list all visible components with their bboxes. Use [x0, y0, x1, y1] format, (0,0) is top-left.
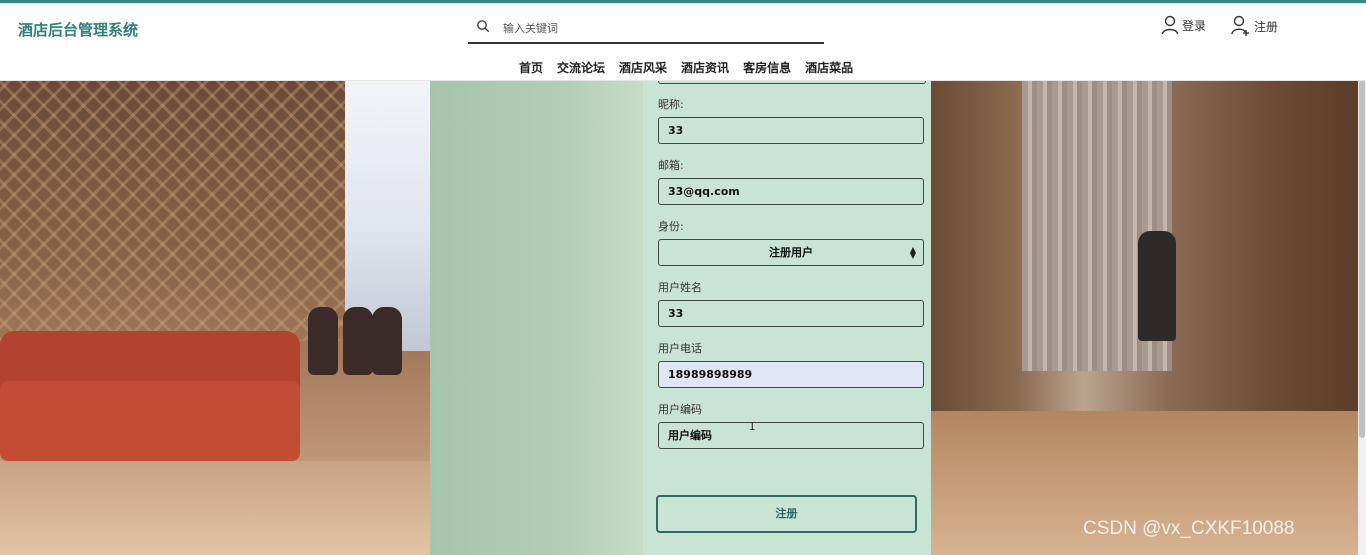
nav-item-rooms[interactable]: 客房信息 [743, 59, 791, 76]
main-nav: 首页 交流论坛 酒店风采 酒店资讯 客房信息 酒店菜品 [519, 59, 853, 76]
user-icon [1161, 15, 1179, 35]
code-label: 用户编码 [658, 403, 702, 416]
name-label: 用户姓名 [658, 281, 702, 294]
nav-item-dishes[interactable]: 酒店菜品 [805, 59, 853, 76]
watermark-text: CSDN @vx_CXKF10088 [1083, 518, 1295, 539]
statue-image [1138, 231, 1176, 341]
select-arrows-icon: ▲ ▼ [909, 245, 916, 260]
search-bar[interactable]: 输入关键词 [468, 12, 824, 44]
text-cursor-icon: I [749, 420, 756, 433]
register-button[interactable]: 注册 [1231, 15, 1278, 37]
brand-title: 酒店后台管理系统 [18, 21, 139, 39]
nav-item-home[interactable]: 首页 [519, 59, 543, 76]
role-select[interactable]: 注册用户 ▲ ▼ [658, 239, 924, 266]
app-root: 酒店后台管理系统 输入关键词 登录 注册 首页 交流论坛 酒店风采 酒店资讯 客… [0, 0, 1366, 555]
phone-label: 用户电话 [658, 342, 702, 355]
login-label: 登录 [1182, 18, 1207, 33]
nav-item-forum[interactable]: 交流论坛 [557, 59, 605, 76]
search-input[interactable]: 输入关键词 [503, 20, 558, 36]
register-label: 注册 [1254, 19, 1279, 34]
top-header: 酒店后台管理系统 输入关键词 登录 注册 首页 交流论坛 酒店风采 酒店资讯 客… [0, 0, 1366, 81]
form-side-panel [430, 81, 643, 555]
nickname-field[interactable]: 33 [658, 117, 924, 144]
scrollbar-thumb[interactable] [1359, 73, 1365, 438]
role-label: 身份: [658, 220, 684, 233]
role-select-value: 注册用户 [769, 246, 813, 259]
register-submit-button[interactable]: 注册 [656, 495, 917, 533]
nickname-label: 昵称: [658, 98, 684, 111]
nav-item-news[interactable]: 酒店资讯 [681, 59, 729, 76]
search-icon [477, 20, 490, 33]
name-field[interactable]: 33 [658, 300, 924, 327]
lobby-image-left [0, 81, 430, 555]
nav-item-gallery[interactable]: 酒店风采 [619, 59, 667, 76]
email-label: 邮箱: [658, 159, 684, 172]
previous-field-edge [658, 81, 926, 84]
phone-field[interactable]: 18989898989 [658, 361, 924, 388]
email-field[interactable]: 33@qq.com [658, 178, 924, 205]
login-button[interactable]: 登录 [1161, 15, 1206, 35]
add-user-icon [1231, 15, 1249, 36]
code-field[interactable]: 用户编码 [658, 422, 924, 449]
